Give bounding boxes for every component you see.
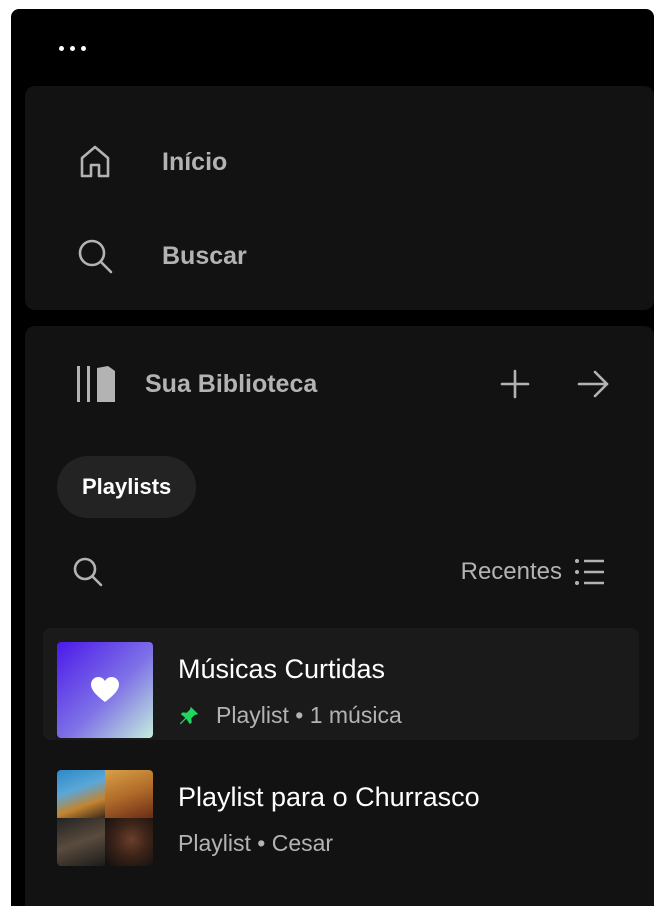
library-title: Sua Biblioteca xyxy=(145,369,318,398)
item-title: Músicas Curtidas xyxy=(178,654,386,684)
main-nav: Início Buscar xyxy=(25,86,654,310)
plus-icon[interactable] xyxy=(495,364,535,404)
home-icon xyxy=(80,145,110,178)
arrow-right-icon[interactable] xyxy=(573,364,613,404)
item-subtitle: Playlist • Cesar xyxy=(178,830,333,857)
liked-songs-cover xyxy=(57,642,153,738)
item-title: Playlist para o Churrasco xyxy=(178,782,480,812)
library-panel: Sua Biblioteca Playlists Recentes Música… xyxy=(25,326,654,906)
item-subtitle: Playlist • 1 música xyxy=(178,702,402,729)
list-icon xyxy=(575,559,604,585)
filter-chip-playlists[interactable]: Playlists xyxy=(57,456,197,518)
heart-icon xyxy=(91,677,119,702)
separator: • xyxy=(257,830,266,856)
app-window: Início Buscar Sua Biblioteca Playlists R… xyxy=(11,9,654,906)
nav-item-search[interactable]: Buscar xyxy=(25,226,425,286)
sort-button[interactable]: Recentes xyxy=(461,554,606,590)
playlist-cover-mosaic xyxy=(57,770,153,866)
cover-art-tile xyxy=(105,818,153,866)
search-icon[interactable] xyxy=(71,555,105,589)
library-icon xyxy=(77,366,115,402)
item-detail: Cesar xyxy=(271,830,334,856)
item-type: Playlist xyxy=(216,702,289,728)
item-detail: 1 música xyxy=(309,702,402,728)
sort-label: Recentes xyxy=(460,558,562,585)
list-item[interactable]: Playlist para o Churrasco Playlist • Ces… xyxy=(43,756,639,868)
cover-art-tile xyxy=(57,818,105,866)
nav-item-home[interactable]: Início xyxy=(25,132,425,192)
search-icon xyxy=(78,239,113,274)
library-toggle-button[interactable]: Sua Biblioteca xyxy=(73,356,317,412)
pin-icon xyxy=(179,706,199,724)
library-header: Sua Biblioteca xyxy=(25,356,654,412)
top-bar xyxy=(11,9,654,87)
nav-item-label: Início xyxy=(162,147,228,176)
nav-item-label: Buscar xyxy=(162,241,247,270)
list-item[interactable]: Músicas Curtidas Playlist • 1 música xyxy=(43,628,639,740)
more-horizontal-icon[interactable] xyxy=(59,46,86,51)
cover-art-tile xyxy=(57,770,105,818)
separator: • xyxy=(295,702,304,728)
cover-art-tile xyxy=(105,770,153,818)
item-type: Playlist xyxy=(178,830,251,856)
